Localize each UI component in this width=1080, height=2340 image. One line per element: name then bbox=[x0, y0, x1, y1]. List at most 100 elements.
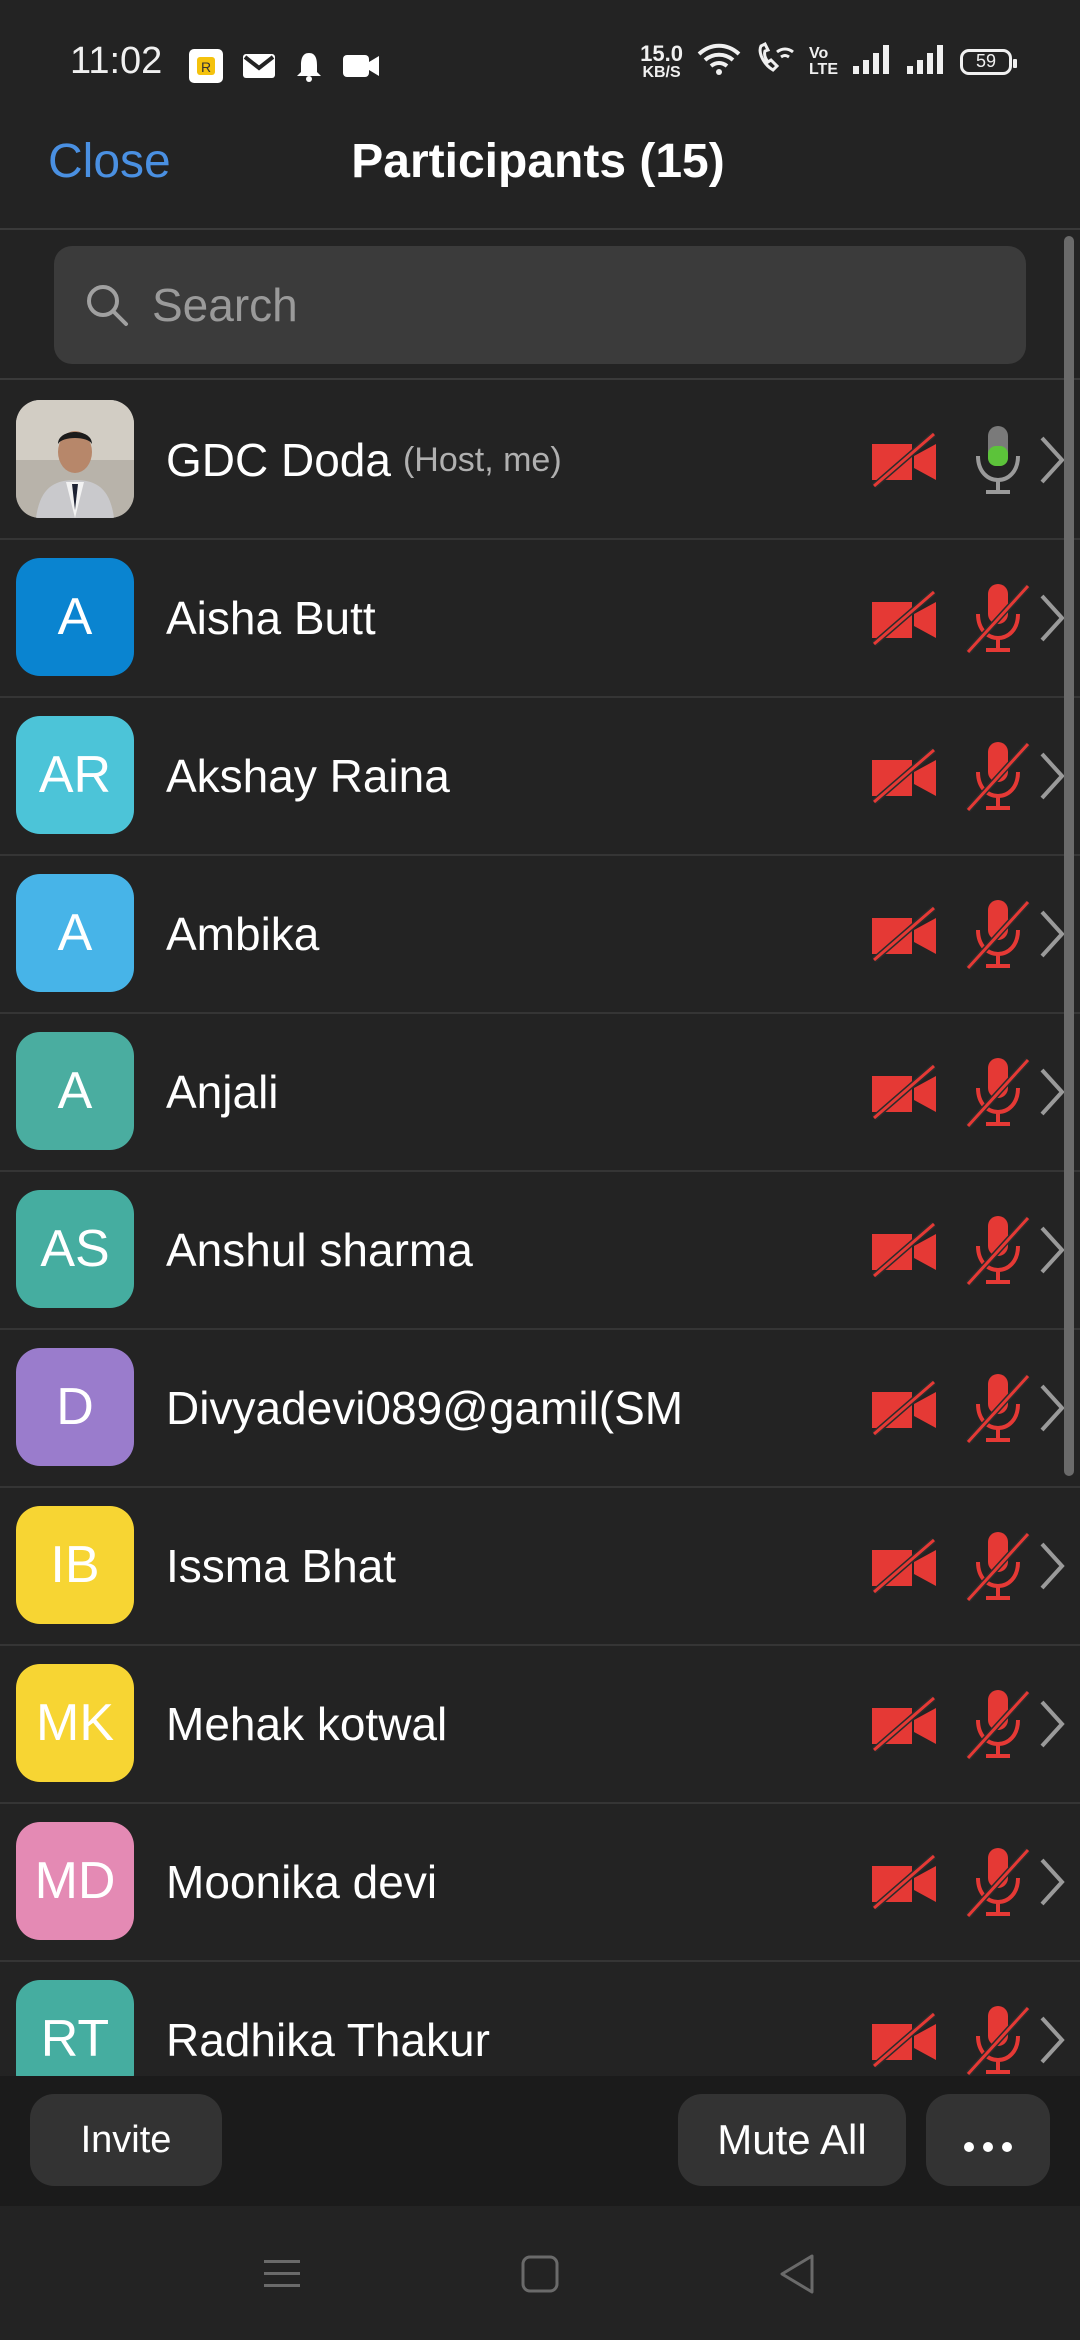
participant-name: Ambika bbox=[166, 908, 320, 960]
video-off-icon[interactable] bbox=[868, 1536, 940, 1596]
signal-icon-sim2 bbox=[906, 44, 946, 79]
avatar: D bbox=[16, 1348, 134, 1466]
mic-off-icon[interactable] bbox=[962, 1844, 1034, 1920]
search-input[interactable] bbox=[152, 265, 1026, 345]
participant-name-container: Anshul sharma bbox=[166, 1172, 473, 1328]
video-off-icon[interactable] bbox=[868, 1694, 940, 1754]
app-notification-icon: R bbox=[188, 48, 224, 89]
wifi-calling-icon bbox=[755, 41, 795, 81]
mic-off-icon[interactable] bbox=[962, 1528, 1034, 1604]
avatar: MK bbox=[16, 1664, 134, 1782]
avatar: AR bbox=[16, 716, 134, 834]
avatar: A bbox=[16, 1032, 134, 1150]
mic-off-icon[interactable] bbox=[962, 738, 1034, 814]
participant-name-container: Ambika bbox=[166, 856, 319, 1012]
video-off-icon[interactable] bbox=[868, 904, 940, 964]
network-speed: 15.0 KB/S bbox=[640, 40, 683, 81]
mic-off-icon[interactable] bbox=[962, 896, 1034, 972]
chevron-right-icon[interactable] bbox=[1034, 1696, 1070, 1752]
video-off-icon[interactable] bbox=[868, 1220, 940, 1280]
close-button[interactable]: Close bbox=[48, 134, 171, 189]
chevron-right-icon[interactable] bbox=[1034, 1538, 1070, 1594]
participant-name-container: Moonika devi bbox=[166, 1804, 437, 1960]
participant-row[interactable]: RT Radhika Thakur bbox=[0, 1962, 1080, 2076]
video-off-icon[interactable] bbox=[868, 1378, 940, 1438]
chevron-right-icon[interactable] bbox=[1034, 1854, 1070, 1910]
video-call-icon bbox=[342, 53, 380, 84]
signal-icon-sim1 bbox=[852, 44, 892, 79]
video-off-icon[interactable] bbox=[868, 2010, 940, 2070]
avatar: A bbox=[16, 874, 134, 992]
gmail-icon bbox=[242, 52, 276, 85]
participant-row[interactable]: MD Moonika devi bbox=[0, 1804, 1080, 1962]
video-off-icon[interactable] bbox=[868, 430, 940, 490]
participant-name-container: Divyadevi089@gamil(SM bbox=[166, 1330, 683, 1486]
notification-icons: R bbox=[188, 48, 380, 89]
video-off-icon[interactable] bbox=[868, 588, 940, 648]
nav-home-button[interactable] bbox=[510, 2246, 570, 2306]
wifi-icon bbox=[697, 42, 741, 81]
participant-row[interactable]: IB Issma Bhat bbox=[0, 1488, 1080, 1646]
bell-icon bbox=[294, 50, 324, 87]
participant-name: Anjali bbox=[166, 1066, 279, 1118]
status-bar: 11:02 R 15.0 KB/S Vo LTE 59 bbox=[0, 0, 1080, 120]
participant-name: Anshul sharma bbox=[166, 1224, 473, 1276]
status-time: 11:02 bbox=[70, 40, 163, 82]
participant-name: Radhika Thakur bbox=[166, 2014, 490, 2066]
nav-back-button[interactable] bbox=[766, 2246, 826, 2306]
mute-all-button[interactable]: Mute All bbox=[678, 2094, 906, 2186]
volte-indicator: Vo LTE bbox=[808, 45, 838, 78]
participant-name-container: Akshay Raina bbox=[166, 698, 450, 854]
video-off-icon[interactable] bbox=[868, 1852, 940, 1912]
mic-off-icon[interactable] bbox=[962, 580, 1034, 656]
mic-off-icon[interactable] bbox=[962, 1054, 1034, 1130]
participant-row[interactable]: AR Akshay Raina bbox=[0, 698, 1080, 856]
video-off-icon[interactable] bbox=[868, 746, 940, 806]
participant-list: GDC Doda (Host, me) A Aisha Butt AR Akshay Ra… bbox=[0, 382, 1080, 2076]
header: Participants (15) Close bbox=[0, 120, 1080, 230]
participant-name-container: Anjali bbox=[166, 1014, 279, 1170]
participant-name-container: Radhika Thakur bbox=[166, 1962, 490, 2076]
action-bar: Invite Mute All bbox=[0, 2076, 1080, 2206]
battery-indicator: 59 bbox=[960, 48, 1017, 75]
participant-name: Mehak kotwal bbox=[166, 1698, 448, 1750]
participant-row[interactable]: A Ambika bbox=[0, 856, 1080, 1014]
participant-row[interactable]: D Divyadevi089@gamil(SM bbox=[0, 1330, 1080, 1488]
avatar: MD bbox=[16, 1822, 134, 1940]
participant-row[interactable]: A Aisha Butt bbox=[0, 540, 1080, 698]
participant-name-container: GDC Doda (Host, me) bbox=[166, 382, 562, 538]
chevron-right-icon[interactable] bbox=[1034, 2012, 1070, 2068]
avatar bbox=[16, 400, 134, 518]
search-box[interactable] bbox=[54, 246, 1026, 364]
mic-off-icon[interactable] bbox=[962, 1370, 1034, 1446]
system-nav-bar bbox=[0, 2206, 1080, 2340]
mic-off-icon[interactable] bbox=[962, 1686, 1034, 1762]
mic-off-icon[interactable] bbox=[962, 2002, 1034, 2076]
more-button[interactable] bbox=[926, 2094, 1050, 2186]
search-icon bbox=[82, 280, 132, 330]
video-off-icon[interactable] bbox=[868, 1062, 940, 1122]
participant-name-container: Aisha Butt bbox=[166, 540, 376, 696]
avatar: RT bbox=[16, 1980, 134, 2076]
back-icon bbox=[776, 2252, 816, 2301]
participant-name: Divyadevi089@gamil(SM bbox=[166, 1382, 684, 1434]
participant-row[interactable]: A Anjali bbox=[0, 1014, 1080, 1172]
search-area bbox=[0, 232, 1080, 380]
avatar: A bbox=[16, 558, 134, 676]
participant-name-container: Mehak kotwal bbox=[166, 1646, 447, 1802]
participant-row[interactable]: MK Mehak kotwal bbox=[0, 1646, 1080, 1804]
participant-name: Moonika devi bbox=[166, 1856, 438, 1908]
mic-off-icon[interactable] bbox=[962, 1212, 1034, 1288]
mic-on-icon[interactable] bbox=[962, 422, 1034, 498]
participant-role: (Host, me) bbox=[402, 440, 562, 479]
participant-name: Aisha Butt bbox=[166, 592, 376, 644]
participant-name-container: Issma Bhat bbox=[166, 1488, 396, 1644]
menu-icon bbox=[262, 2257, 302, 2296]
participant-name: Akshay Raina bbox=[166, 750, 450, 802]
participant-row[interactable]: AS Anshul sharma bbox=[0, 1172, 1080, 1330]
nav-menu-button[interactable] bbox=[252, 2246, 312, 2306]
scrollbar[interactable] bbox=[1064, 236, 1074, 1476]
invite-button[interactable]: Invite bbox=[30, 2094, 222, 2186]
participant-row[interactable]: GDC Doda (Host, me) bbox=[0, 382, 1080, 540]
participant-name: GDC Doda bbox=[166, 434, 391, 486]
